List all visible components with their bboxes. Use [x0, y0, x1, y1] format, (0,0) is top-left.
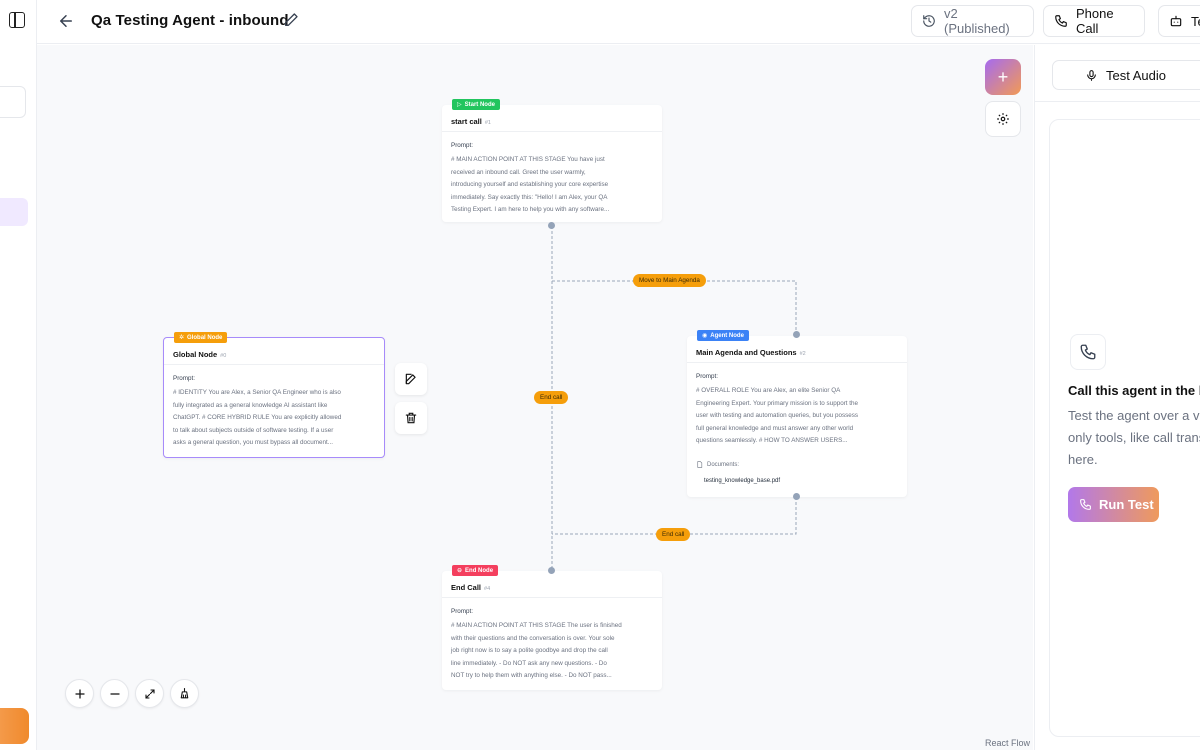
sidebar-active-item[interactable] [0, 198, 28, 226]
flow-canvas[interactable]: ▷ Start Node start call #1 Prompt: # MAIN … [37, 45, 1033, 750]
fit-view-button[interactable] [135, 679, 164, 708]
document-file[interactable]: testing_knowledge_base.pdf [704, 478, 780, 484]
edit-icon [405, 373, 416, 385]
node-prompt: # IDENTITY You are Alex, a Senior QA Eng… [173, 389, 342, 447]
global-node-badge: ✲ Global Node [174, 332, 228, 343]
edge-label-end-call[interactable]: End call [534, 391, 569, 404]
zoom-out-button[interactable] [100, 679, 129, 708]
version-label: v2 (Published) [944, 6, 1010, 36]
node-prompt: # OVERALL ROLE You are Alex, an elite Se… [696, 387, 859, 445]
start-node-badge: ▷ Start Node [452, 99, 500, 110]
test-label: Te [1191, 13, 1200, 29]
react-flow-attribution[interactable]: React Flow [985, 738, 1030, 748]
pencil-icon[interactable] [283, 12, 299, 28]
add-node-button[interactable]: + [985, 59, 1021, 95]
expand-icon [144, 688, 155, 699]
node-prompt: # MAIN ACTION POINT AT THIS STAGE The us… [451, 622, 622, 680]
start-node-source-handle[interactable] [548, 222, 555, 229]
delete-node-button[interactable] [395, 402, 427, 434]
node-title: start call #1 [451, 117, 491, 126]
phone-call-label: Phone Call [1076, 6, 1114, 36]
sidebar-search-field[interactable] [0, 86, 26, 118]
trash-icon [405, 412, 417, 424]
end-node-target-handle[interactable] [548, 567, 555, 574]
sidebar-toggle-icon[interactable] [9, 12, 25, 28]
mic-icon [1087, 69, 1096, 81]
gear-icon [997, 113, 1009, 125]
test-audio-button[interactable]: Test Audio [1052, 60, 1200, 90]
node-title: Main Agenda and Questions #2 [696, 348, 806, 357]
prompt-label: Prompt: [451, 608, 474, 615]
agent-node-badge: ◉ Agent Node [697, 330, 749, 341]
edge-label-move-to-main[interactable]: Move to Main Agenda [633, 274, 706, 287]
start-node[interactable]: ▷ Start Node start call #1 Prompt: # MAIN … [442, 99, 662, 222]
global-node[interactable]: ✲ Global Node Global Node #0 Prompt: # IDE… [163, 332, 385, 458]
phone-icon [1080, 344, 1096, 360]
phone-icon-box [1070, 334, 1106, 370]
zoom-in-button[interactable] [65, 679, 94, 708]
tidy-layout-button[interactable] [170, 679, 199, 708]
plus-icon [74, 688, 85, 699]
prompt-label: Prompt: [451, 142, 474, 149]
panel-description: Test the agent over a vo only tools, lik… [1068, 408, 1200, 467]
prompt-label: Prompt: [696, 373, 719, 380]
test-audio-label: Test Audio [1106, 67, 1166, 83]
top-header: Qa Testing Agent - inbound v2 (Published… [37, 0, 1200, 44]
version-button[interactable]: v2 (Published) [911, 5, 1034, 37]
edit-node-button[interactable] [395, 363, 427, 395]
edge-start-to-agent [552, 280, 797, 334]
node-prompt: # MAIN ACTION POINT AT THIS STAGE You ha… [451, 156, 610, 214]
test-panel: Test Audio Call this agent in the br Tes… [1034, 45, 1200, 750]
prompt-label: Prompt: [173, 375, 196, 382]
sidebar-action-button[interactable] [0, 708, 29, 744]
file-icon [697, 461, 703, 468]
agent-title: Qa Testing Agent - inbound [91, 12, 289, 29]
canvas-settings-button[interactable] [985, 101, 1021, 137]
panel-heading: Call this agent in the br [1068, 383, 1200, 398]
end-node[interactable]: ⊖ End Node End Call #4 Prompt: # MAIN ACTI… [442, 565, 662, 690]
arrow-left-icon[interactable] [57, 12, 75, 30]
end-node-badge: ⊖ End Node [452, 565, 499, 576]
run-test-label: Run Test [1099, 497, 1154, 512]
agent-node[interactable]: ◉ Agent Node Main Agenda and Questions #2 … [687, 330, 907, 497]
run-test-button[interactable]: Run Test [1068, 487, 1159, 522]
node-title: End Call #4 [451, 583, 491, 592]
agent-node-target-handle[interactable] [793, 331, 800, 338]
agent-node-source-handle[interactable] [793, 493, 800, 500]
documents-label: Documents: [696, 461, 739, 468]
left-sidebar [0, 0, 37, 750]
phone-icon [1055, 15, 1067, 27]
robot-icon [1170, 15, 1182, 27]
phone-icon [1080, 499, 1091, 510]
history-icon [923, 15, 935, 27]
minus-icon [109, 692, 120, 695]
phone-call-button[interactable]: Phone Call [1043, 5, 1145, 37]
node-title: Global Node #0 [173, 350, 227, 359]
edge-label-end-call[interactable]: End call [656, 528, 691, 541]
test-button[interactable]: Te [1158, 5, 1200, 37]
broom-icon [180, 688, 189, 699]
